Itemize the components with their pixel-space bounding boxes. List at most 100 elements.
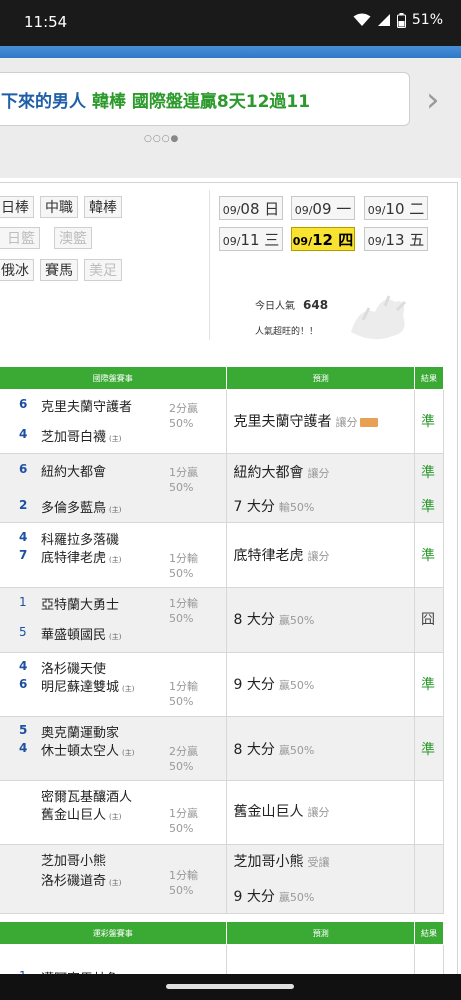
tag-korea-baseball[interactable]: 韓棒 <box>84 196 122 218</box>
home-marker: (主) <box>122 685 135 693</box>
prediction-primary: 9 大分 贏50% <box>233 674 314 694</box>
result-wrap: 準準 <box>415 454 443 522</box>
carousel-dots[interactable]: ○○○● <box>144 134 179 144</box>
odds: 1分贏 50% <box>169 465 198 495</box>
teams-wrap: 6 紐約大都會 2 多倫多藍鳥 (主) 1分贏 50% <box>0 454 226 522</box>
prediction-primary: 8 大分 贏50% <box>233 609 314 629</box>
game-row[interactable]: 4 科羅拉多落磯 7 底特律老虎 (主) 1分輸 50% 底特律老虎 讓分準 <box>0 522 444 588</box>
prediction-pick: 克里夫蘭守護者 <box>233 414 332 430</box>
tag-american-football[interactable]: 美足 <box>84 259 122 281</box>
teams-wrap: 芝加哥小熊 洛杉磯道奇 (主) 1分輸 50% <box>0 845 226 913</box>
date-0908[interactable]: 09/08 日 <box>219 196 283 220</box>
prediction-wrap: 舊金山巨人 讓分 <box>227 781 414 844</box>
odds-line: 2分贏 <box>169 745 198 758</box>
result-mark: 準 <box>421 465 436 481</box>
home-marker: (主) <box>109 435 122 443</box>
date-0912-selected[interactable]: 09/12 四 <box>291 227 355 251</box>
tag-japan-basketball[interactable]: 日籃 <box>0 227 40 249</box>
prediction-primary: 底特律老虎 讓分 <box>233 545 329 565</box>
home-indicator[interactable] <box>166 984 294 989</box>
home-team-name: 洛杉磯道奇 <box>41 874 107 889</box>
game-row[interactable]: 6 克里夫蘭守護者 4 芝加哥白襪 (主) 2分贏 50% 克里夫蘭守護者 讓分準 <box>0 389 444 454</box>
result-mark: 準 <box>421 742 436 758</box>
teams-wrap: 4 科羅拉多落磯 7 底特律老虎 (主) 1分輸 50% <box>0 523 226 587</box>
game-row[interactable]: 芝加哥小熊洛杉磯道奇 (主) 1分輸 50% 芝加哥小熊 受讓 9 大分 贏50% <box>0 844 444 914</box>
prediction-wrap: 紐約大都會 讓分 7 大分 輸50% <box>227 454 414 522</box>
game-row[interactable]: 4 洛杉磯天使 6 明尼蘇達雙城 (主) 1分輸 50% 9 大分 贏50% 準 <box>0 652 444 717</box>
home-team: 多倫多藍鳥 (主) <box>41 497 121 516</box>
home-team-name: 華盛頓國民 <box>41 628 107 643</box>
game-row[interactable]: 密爾瓦基釀酒人 舊金山巨人 (主) 1分贏 50% 舊金山巨人 讓分 <box>0 780 444 845</box>
home-rank: 4 <box>19 741 28 755</box>
date-0911[interactable]: 09/11 三 <box>219 227 283 251</box>
home-marker: (主) <box>109 506 122 514</box>
prediction-wrap: 芝加哥小熊 受讓 9 大分 贏50% <box>227 845 414 913</box>
game-teams-cell: 芝加哥小熊 洛杉磯道奇 (主) 1分輸 50% <box>0 844 228 914</box>
tag-australia-basketball[interactable]: 澳籃 <box>54 227 92 249</box>
odds-line: 1分贏 <box>169 807 198 820</box>
prediction-pick: 芝加哥小熊 <box>233 854 304 870</box>
status-time: 11:54 <box>24 13 68 31</box>
prediction-type: 受讓 <box>307 856 330 869</box>
prediction-pick: 舊金山巨人 <box>233 804 304 820</box>
game-row[interactable]: 5 奧克蘭運動家 4 休士頓太空人 (主) 2分贏 50% 8 大分 贏50% 準 <box>0 716 444 781</box>
away-team: 奧克蘭運動家 <box>41 726 120 741</box>
date-0910[interactable]: 09/10 二 <box>364 196 428 220</box>
odds-percent: 50% <box>169 417 194 430</box>
date-0913[interactable]: 09/13 五 <box>364 227 428 251</box>
tag-russia-hockey[interactable]: 俄冰 <box>0 259 34 281</box>
chevron-right-icon[interactable]: › <box>426 80 440 120</box>
home-team: 明尼蘇達雙城 (主) <box>41 676 134 695</box>
signal-icon <box>377 14 390 26</box>
mascot-logo-icon <box>351 295 407 340</box>
home-rank: 6 <box>19 677 28 691</box>
prediction-type: 讓分 <box>307 806 330 819</box>
home-team: 芝加哥白襪 (主) <box>41 426 121 445</box>
prediction-wrap: 9 大分 贏50% <box>227 653 414 716</box>
odds-percent: 50% <box>169 760 194 773</box>
battery-percent: 51% <box>411 12 443 28</box>
news-banner[interactable]: 下來的男人 韓棒 國際盤連贏8天12過11 <box>0 72 410 126</box>
date-0909[interactable]: 09/09 一 <box>291 196 355 220</box>
status-icons: 51% <box>353 12 443 28</box>
col-header-games: 運彩盤賽事 <box>0 921 228 945</box>
odds-percent: 50% <box>169 695 194 708</box>
prediction-cell: 舊金山巨人 讓分 <box>226 780 416 845</box>
tag-japan-baseball[interactable]: 日棒 <box>0 196 34 218</box>
away-team: 科羅拉多落磯 <box>41 533 120 548</box>
nav-bar <box>0 974 461 1000</box>
odds: 1分輸 50% <box>169 868 198 898</box>
home-team-name: 芝加哥白襪 <box>41 430 107 445</box>
prediction-type: 讓分 <box>307 550 330 563</box>
result-mark: 準 <box>421 548 436 564</box>
game-teams-cell: 6 克里夫蘭守護者 4 芝加哥白襪 (主) 2分贏 50% <box>0 389 228 454</box>
prediction-pick: 底特律老虎 <box>233 548 304 564</box>
prediction-cell: 8 大分 贏50% <box>226 587 416 653</box>
tag-horse-racing[interactable]: 賽馬 <box>40 259 78 281</box>
home-marker: (主) <box>122 749 135 757</box>
result-wrap: 準 <box>415 653 443 716</box>
game-row[interactable]: 1 亞特蘭大勇士 5 華盛頓國民 (主) 1分輸 50% 8 大分 贏50% 囧 <box>0 587 444 653</box>
home-marker: (主) <box>109 813 122 821</box>
game-row[interactable]: 6 紐約大都會 2 多倫多藍鳥 (主) 1分贏 50% 紐約大都會 讓分 7 大分 輸50% 準準 <box>0 453 444 523</box>
odds-line: 1分輸 <box>169 552 198 565</box>
result-cell: 準準 <box>414 453 444 523</box>
col-header-result: 結果 <box>414 366 444 390</box>
tag-cpbl[interactable]: 中職 <box>40 196 78 218</box>
prediction-type: 贏50% <box>278 614 315 627</box>
odds-percent: 50% <box>169 884 194 897</box>
game-teams-cell: 4 科羅拉多落磯 7 底特律老虎 (主) 1分輸 50% <box>0 522 228 588</box>
home-team-name: 明尼蘇達雙城 <box>41 680 120 695</box>
flag-icon <box>360 417 379 427</box>
game-teams-cell: 5 奧克蘭運動家 4 休士頓太空人 (主) 2分贏 50% <box>0 716 228 781</box>
home-team: 洛杉磯道奇 (主) <box>41 870 121 889</box>
result-cell: 準 <box>414 389 444 454</box>
prediction-cell: 克里夫蘭守護者 讓分 <box>226 389 416 454</box>
prediction-pick: 9 大分 <box>233 677 275 693</box>
odds-line: 2分贏 <box>169 402 198 415</box>
away-team: 密爾瓦基釀酒人 <box>41 790 133 805</box>
away-rank: 6 <box>19 397 28 411</box>
wifi-icon <box>353 13 371 26</box>
prediction-pick: 紐約大都會 <box>233 465 304 481</box>
home-marker: (主) <box>109 556 122 564</box>
